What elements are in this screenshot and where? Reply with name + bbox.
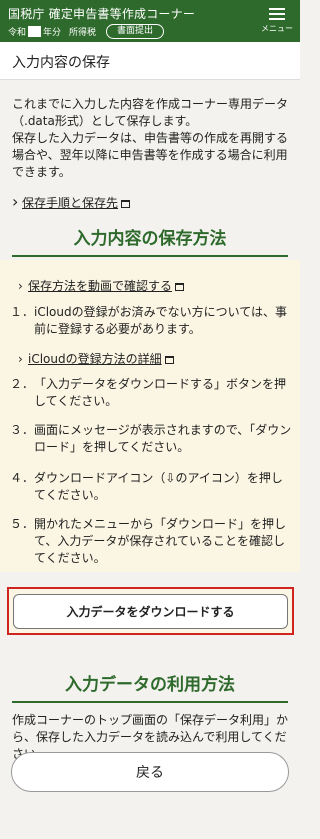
chevron-right-icon: › [18,279,23,293]
paper-submit-button[interactable]: 書面提出 [106,24,165,39]
page-title-bar: 入力内容の保存 [0,42,300,80]
intro-paragraph-1: これまでに入力した内容を作成コーナー専用データ（.data形式）として保存します… [12,97,289,128]
step-number: ３． [10,423,35,437]
back-button[interactable]: 戻る [11,752,289,792]
external-window-icon [121,200,131,208]
save-section-title: 入力内容の保存方法 [12,224,288,257]
era-suffix: 年分 [43,28,62,38]
era-prefix: 令和 [8,28,27,38]
step-3: ３． 画面にメッセージが表示されますので、「ダウンロード」を押してください。 [10,422,294,456]
chevron-right-icon: › [18,352,23,366]
step-text: 画面にメッセージが表示されますので、「ダウンロード」を押してください。 [34,423,292,454]
step-4: ４． ダウンロードアイコン（⇩のアイコン）を押してください。 [10,470,294,504]
icloud-link-label: iCloudの登録方法の詳細 [28,352,162,366]
external-window-icon [175,283,185,291]
step-number: ５． [10,517,35,531]
hamburger-icon [269,8,285,20]
step-1: １． iCloudの登録がお済みでない方については、事前に登録する必要があります… [10,304,294,338]
step-5: ５． 開かれたメニューから「ダウンロード」を押して、入力データが保存されているこ… [10,516,294,567]
step-text: 開かれたメニューから「ダウンロード」を押して、入力データが保存されていることを確… [34,517,287,565]
download-input-data-button[interactable]: 入力データをダウンロードする [13,594,288,629]
step-number: ４． [10,471,35,485]
step-number: １． [10,305,35,319]
intro-paragraph-2: 保存した入力データは、申告書等の作成を再開する場合や、翌年以降に申告書等を作成す… [12,131,289,179]
chevron-right-icon: › [12,192,19,211]
video-link[interactable]: › 保存方法を動画で確認する [18,277,185,294]
era-year-box [28,26,42,37]
procedure-link[interactable]: › 保存手順と保存先 [12,192,131,211]
download-highlight-frame: 入力データをダウンロードする [7,587,294,635]
tax-type: 所得税 [69,28,97,38]
app-title: 国税庁 確定申告書等作成コーナー [8,7,196,21]
step-text: iCloudの登録がお済みでない方については、事前に登録する必要があります。 [34,305,288,336]
video-link-label: 保存方法を動画で確認する [28,279,173,293]
usage-section-title: 入力データの利用方法 [12,670,288,703]
menu-button[interactable]: メニュー [260,8,294,34]
procedure-link-label: 保存手順と保存先 [22,196,119,210]
icloud-link[interactable]: › iCloudの登録方法の詳細 [18,350,174,367]
step-text: ダウンロードアイコン（⇩のアイコン）を押してください。 [34,471,283,502]
menu-label: メニュー [261,24,293,33]
save-steps-box: › 保存方法を動画で確認する １． iCloudの登録がお済みでない方については、… [0,260,300,572]
step-2: ２． 「入力データをダウンロードする」ボタンを押してください。 [10,376,294,410]
intro-text: これまでに入力した内容を作成コーナー専用データ（.data形式）として保存します… [12,96,294,181]
step-number: ２． [10,377,35,391]
page-title: 入力内容の保存 [12,55,110,71]
app-header: 国税庁 確定申告書等作成コーナー 令和 年分 所得税 書面提出 メニュー [0,0,300,42]
external-window-icon [164,356,174,364]
step-text: 「入力データをダウンロードする」ボタンを押してください。 [34,377,287,408]
header-subline: 令和 年分 所得税 書面提出 [8,24,165,39]
